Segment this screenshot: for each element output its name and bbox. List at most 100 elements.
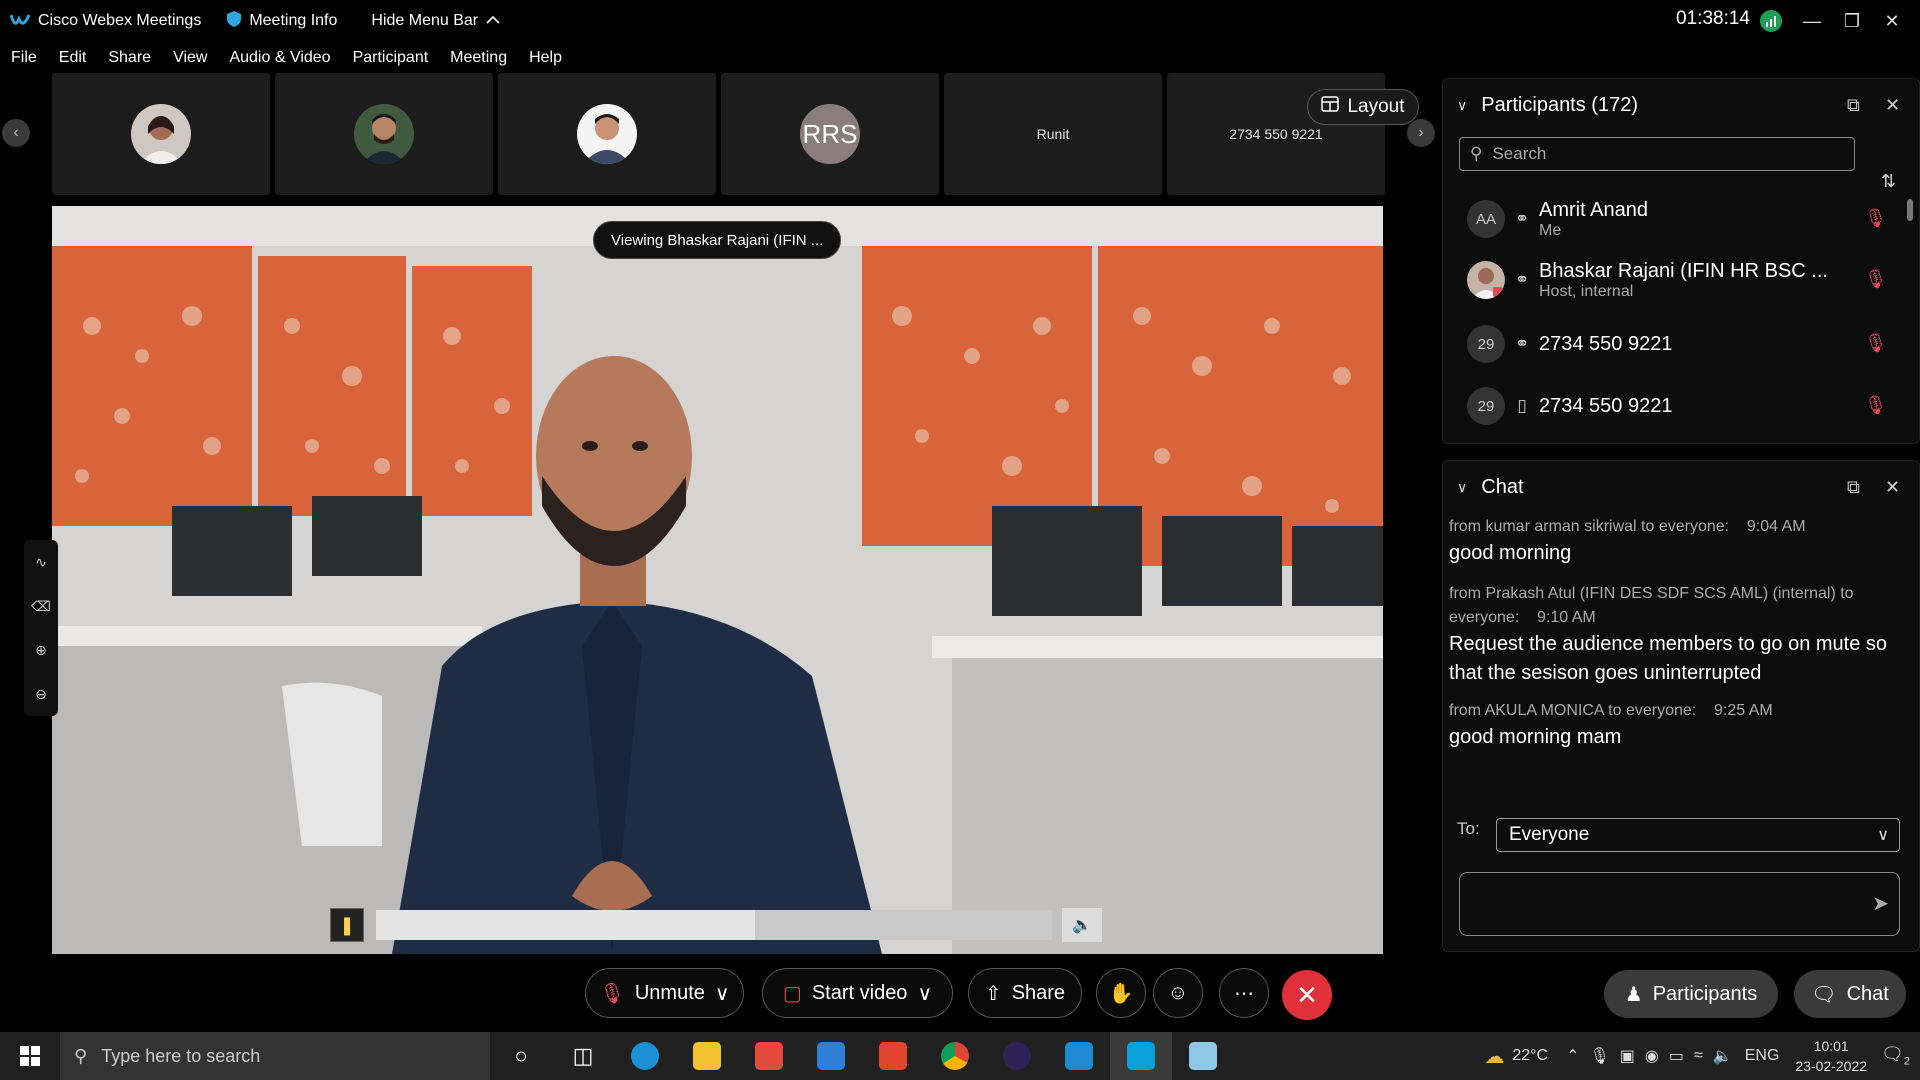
mail-icon[interactable] <box>800 1032 862 1080</box>
task-view-icon[interactable]: ◫ <box>552 1032 614 1080</box>
display-icon[interactable]: ▣ <box>1620 1046 1635 1066</box>
clock[interactable]: 10:01 23-02-2022 <box>1795 1036 1867 1076</box>
reactions-button[interactable]: ☺ <box>1153 968 1203 1018</box>
menu-participant[interactable]: Participant <box>342 44 440 72</box>
weather-icon[interactable]: ☁ <box>1484 1044 1504 1069</box>
collapse-chevron-icon[interactable]: ∨ <box>1457 97 1467 114</box>
chevron-down-icon[interactable]: ∨ <box>715 981 730 1006</box>
layout-label: Layout <box>1347 96 1405 117</box>
chevron-left-icon[interactable]: ‹ <box>2 119 30 147</box>
unmute-button[interactable]: 🎙 Unmute ∨ <box>585 968 744 1018</box>
menu-edit[interactable]: Edit <box>48 44 98 72</box>
close-window-button[interactable]: ✕ <box>1872 6 1912 36</box>
participant-search-input[interactable]: ⚲ Search <box>1459 137 1855 171</box>
participant-row[interactable]: AA ⚭ Amrit Anand Me 🎙 <box>1467 194 1887 244</box>
participant-row[interactable]: 29 ▯ 2734 550 9221 🎙 <box>1467 381 1887 431</box>
active-speaker-video[interactable] <box>52 206 1383 954</box>
menu-audio-video[interactable]: Audio & Video <box>218 44 341 72</box>
more-options-button[interactable]: ⋯ <box>1219 968 1269 1018</box>
chat-toggle-button[interactable]: 🗨 Chat <box>1794 970 1906 1018</box>
participant-row[interactable]: 29 ⚭ 2734 550 9221 🎙 <box>1467 319 1887 369</box>
hide-menu-bar-button[interactable]: Hide Menu Bar <box>371 12 500 30</box>
muted-mic-icon[interactable]: 🎙 <box>1864 333 1887 354</box>
participants-toggle-button[interactable]: ♟ Participants <box>1604 970 1778 1018</box>
annotate-icon[interactable]: ∿ <box>35 554 47 571</box>
chat-recipient-select[interactable]: Everyone ∨ <box>1496 818 1900 852</box>
avatar <box>1467 261 1505 299</box>
chat-bubble-icon: 🗨 <box>1811 983 1837 1006</box>
clear-annotation-icon[interactable]: ⌫ <box>31 598 51 615</box>
edge-icon[interactable] <box>614 1032 676 1080</box>
participant-row[interactable]: ⚭ Bhaskar Rajani (IFIN HR BSC ... Host, … <box>1467 255 1887 305</box>
send-icon[interactable]: ➤ <box>1872 891 1889 916</box>
chevron-up-icon[interactable]: ⌃ <box>1566 1046 1579 1066</box>
participant-photo <box>577 104 637 164</box>
chat-button-label: Chat <box>1846 982 1889 1005</box>
participant-thumbnail[interactable]: Runit <box>944 73 1162 195</box>
menu-meeting[interactable]: Meeting <box>439 44 518 72</box>
collapse-chevron-icon[interactable]: ∨ <box>1457 479 1467 496</box>
volume-icon[interactable]: 🔈 <box>1062 908 1102 942</box>
minimize-button[interactable]: — <box>1792 6 1832 36</box>
chat-message-input[interactable]: ➤ <box>1459 872 1900 936</box>
popout-icon[interactable]: ⧉ <box>1847 477 1860 498</box>
windows-start-icon[interactable] <box>0 1046 60 1066</box>
office-icon[interactable] <box>862 1032 924 1080</box>
menu-help[interactable]: Help <box>518 44 573 72</box>
muted-mic-icon[interactable]: 🎙 <box>1864 269 1887 290</box>
vscode-icon[interactable] <box>1048 1032 1110 1080</box>
notifications-icon[interactable]: 🗨2 <box>1881 1044 1910 1068</box>
muted-mic-icon[interactable]: 🎙 <box>1864 395 1887 416</box>
microphone-icon[interactable]: 🎙 <box>1589 1046 1609 1066</box>
cortana-icon[interactable]: ○ <box>490 1032 552 1080</box>
taskbar-search-input[interactable]: ⚲ Type here to search <box>60 1032 490 1080</box>
participant-thumbnail[interactable]: RRS <box>721 73 939 195</box>
menu-view[interactable]: View <box>162 44 218 72</box>
search-icon: ⚲ <box>1470 144 1483 163</box>
chat-message: from AKULA MONICA to everyone: 9:25 AM g… <box>1449 699 1889 752</box>
participants-scrollbar[interactable] <box>1907 185 1915 425</box>
zoom-out-icon[interactable]: ⊖ <box>35 686 47 703</box>
menu-share[interactable]: Share <box>97 44 162 72</box>
close-icon[interactable]: ✕ <box>1885 477 1900 498</box>
language-indicator[interactable]: ENG <box>1745 1047 1780 1065</box>
layout-button[interactable]: Layout <box>1307 89 1419 125</box>
avatar: AA <box>1467 200 1505 238</box>
muted-mic-icon[interactable]: 🎙 <box>1864 208 1887 229</box>
leave-meeting-button[interactable]: ✕ <box>1282 970 1332 1020</box>
menu-file[interactable]: File <box>0 44 48 72</box>
chevron-down-icon[interactable]: ∨ <box>917 981 932 1006</box>
meeting-timer: 01:38:14 <box>1676 8 1750 29</box>
chevron-right-icon[interactable]: › <box>1407 119 1435 147</box>
chrome-icon[interactable] <box>924 1032 986 1080</box>
start-video-button[interactable]: ▢ Start video ∨ <box>762 968 953 1018</box>
popout-icon[interactable]: ⧉ <box>1847 95 1860 116</box>
emoji-icon: ☺ <box>1167 981 1189 1004</box>
participant-name: Amrit Anand <box>1539 198 1648 221</box>
meeting-info-button[interactable]: Meeting Info <box>227 10 337 32</box>
eclipse-icon[interactable] <box>986 1032 1048 1080</box>
restore-button[interactable]: ❐ <box>1832 6 1872 36</box>
file-explorer-icon[interactable] <box>676 1032 738 1080</box>
annotation-toolbar: ∿ ⌫ ⊕ ⊖ <box>24 540 58 716</box>
webex-taskbar-icon[interactable] <box>1110 1032 1172 1080</box>
share-button[interactable]: ⇧ Share <box>968 968 1082 1018</box>
participant-thumbnail[interactable] <box>498 73 716 195</box>
store-icon[interactable] <box>738 1032 800 1080</box>
volume-icon[interactable]: 🔈 <box>1713 1046 1733 1066</box>
camera-icon[interactable]: ◉ <box>1645 1046 1659 1066</box>
participant-thumbnail[interactable] <box>52 73 270 195</box>
wifi-icon[interactable]: ≈ <box>1694 1047 1703 1065</box>
playback-progress-bar[interactable] <box>376 910 1052 940</box>
notepad-icon[interactable] <box>1172 1032 1234 1080</box>
battery-icon[interactable]: ▭ <box>1669 1046 1684 1066</box>
raise-hand-button[interactable]: ✋ <box>1096 968 1146 1018</box>
participant-thumbnail[interactable] <box>275 73 493 195</box>
unmute-label: Unmute <box>634 981 705 1004</box>
close-icon[interactable]: ✕ <box>1885 95 1900 116</box>
zoom-in-icon[interactable]: ⊕ <box>35 642 47 659</box>
network-health-icon[interactable] <box>1760 10 1782 32</box>
participants-title: Participants (172) <box>1481 93 1638 116</box>
pause-button[interactable]: ❚ <box>330 908 364 942</box>
sort-icon[interactable]: ⇅ <box>1881 171 1896 192</box>
